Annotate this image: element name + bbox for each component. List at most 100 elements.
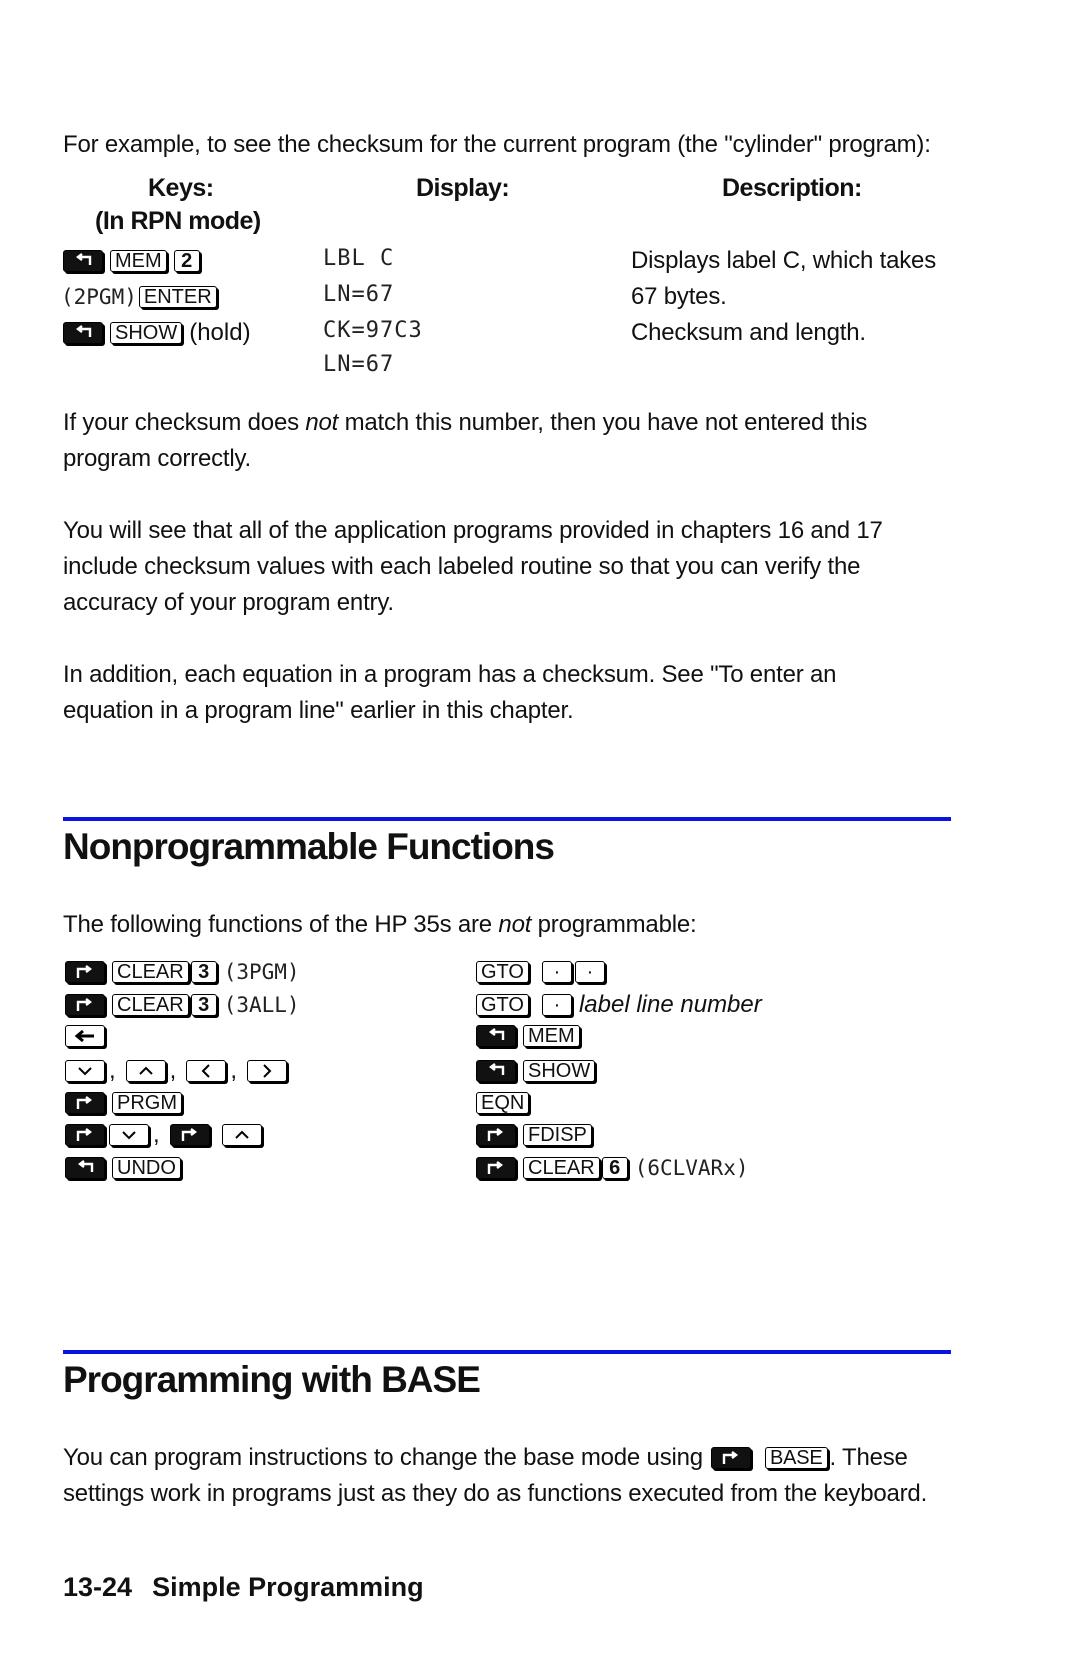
fdisp-key: FDISP [523,1124,592,1146]
section-heading-base: Programming with BASE [63,1359,481,1400]
left-shift-key [65,1157,105,1179]
right-shift-icon [76,965,92,978]
separator: , [153,1121,160,1148]
two-key: 2 [173,250,200,272]
paragraph-equation-checksum: In addition, each equation in a program … [63,657,836,729]
text-line: equation in a program line" earlier in t… [63,697,574,724]
right-shift-key [476,1157,516,1179]
function-row: UNDO [65,1153,181,1183]
right-shift-icon [487,1161,503,1174]
up-key [221,1124,262,1146]
right-shift-key [65,1124,105,1146]
display-value: LN=67 [323,282,395,307]
undo-key: UNDO [112,1157,181,1179]
clear-key: CLEAR [112,994,189,1016]
function-row: CLEAR 6 (6CLVARx) [476,1153,749,1183]
chevron-up-icon [138,1066,153,1075]
hold-note: (hold) [189,319,251,346]
down-key [65,1060,105,1082]
decimal-point-key: · [574,961,605,983]
clear-key: CLEAR [523,1157,600,1179]
menu-choice-lcd: (6CLVARx) [634,1156,749,1180]
page-footer: 13-24 Simple Programming [63,1572,424,1603]
text-line: accuracy of your program entry. [63,589,394,616]
label-line-number-text: label line number [578,991,762,1018]
function-row: , , , [65,1056,288,1086]
right-shift-icon [76,998,92,1011]
left-shift-key [476,1025,516,1047]
chevron-down-icon [78,1067,92,1076]
backspace-icon [74,1029,94,1043]
section2-paragraph: You can program instructions to change t… [63,1440,927,1512]
display-value: LBL C [323,246,395,271]
function-row: MEM [476,1021,580,1051]
function-row: , [65,1120,262,1150]
text-span: If your checksum does [63,409,306,436]
backspace-key [65,1025,105,1047]
text-line: settings work in programs just as they d… [63,1480,928,1507]
function-row: SHOW [476,1056,596,1086]
text-line: include checksum values with each labele… [63,553,861,580]
right-shift-icon [722,1451,738,1464]
left-shift-icon [489,1063,505,1075]
menu-choice-lcd: (2PGM) [61,285,137,309]
prgm-key: PRGM [112,1092,182,1114]
menu-choice-lcd: (3PGM) [223,960,300,984]
description-text: 67 bytes. [631,283,727,310]
section-rule [63,817,951,821]
keys-subheader: (In RPN mode) [95,207,261,235]
mem-key: MEM [523,1025,580,1047]
show-key: SHOW [523,1060,596,1082]
left-shift-icon [76,325,92,337]
left-shift-key [63,250,103,272]
text-line: program correctly. [63,445,252,472]
mem-key: MEM [110,250,167,272]
separator: , [230,1057,238,1084]
decimal-point-key: · [541,961,572,983]
intro-text: For example, to see the checksum for the… [63,131,931,158]
display-header: Display: [416,174,510,202]
separator: , [109,1057,116,1084]
text-span: You can program instructions to change t… [63,1444,703,1471]
chapter-title: Simple Programming [152,1572,424,1602]
paragraph-checksum-mismatch: If your checksum does not match this num… [63,405,867,477]
display-value: CK=97C3 [323,318,423,343]
right-key [247,1060,288,1082]
right-shift-icon [181,1128,197,1141]
paragraph-application-programs: You will see that all of the application… [63,513,883,621]
page-number: 13-24 [63,1572,133,1602]
emphasis: not [498,911,532,938]
six-key: 6 [601,1157,628,1179]
text-line: You will see that all of the application… [63,517,883,544]
chevron-down-icon [122,1131,136,1140]
display-value: LN=67 [323,352,395,377]
function-row: GTO · label line number [476,990,762,1020]
section-rule [63,1350,951,1354]
three-key: 3 [190,961,217,983]
right-shift-icon [76,1096,92,1109]
menu-choice-lcd: (3ALL) [223,993,300,1017]
function-row: CLEAR 3 (3ALL) [65,990,300,1020]
right-shift-icon [487,1128,503,1141]
section1-intro: The following functions of the HP 35s ar… [63,907,697,943]
enter-key: ENTER [138,286,217,308]
right-shift-key [65,1092,105,1114]
base-key: BASE [764,1447,828,1469]
down-key [109,1124,149,1146]
chevron-right-icon [263,1064,272,1078]
text-span: match this number, then you have not ent… [338,409,868,436]
separator: , [169,1057,177,1084]
description-header: Description: [722,174,862,202]
three-key: 3 [190,994,217,1016]
chevron-left-icon [201,1064,211,1078]
table-row: (2PGM) ENTER [61,282,217,312]
left-shift-icon [489,1028,505,1040]
function-row [65,1021,105,1051]
left-key [186,1060,227,1082]
chevron-up-icon [234,1130,249,1139]
function-row: FDISP [476,1120,592,1150]
description-text: Displays label C, which takes [631,247,936,274]
table-row: MEM 2 [63,246,200,276]
text-span: The following functions of the HP 35s ar… [63,911,499,938]
right-shift-key [476,1124,516,1146]
